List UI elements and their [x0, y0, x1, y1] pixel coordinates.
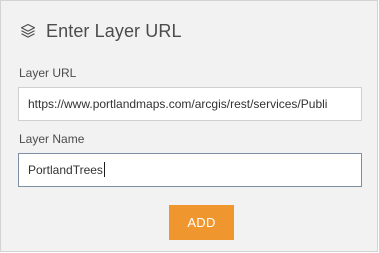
layer-url-label: Layer URL	[19, 66, 77, 80]
layer-name-label: Layer Name	[19, 132, 85, 146]
panel-title: Enter Layer URL	[46, 20, 182, 41]
enter-layer-url-panel: Enter Layer URL Layer URL https://www.po…	[0, 0, 378, 252]
add-button[interactable]: ADD	[169, 205, 234, 240]
layer-url-value: https://www.portlandmaps.com/arcgis/rest…	[28, 97, 328, 111]
layer-name-input[interactable]: PortlandTrees	[18, 153, 362, 187]
layer-url-input[interactable]: https://www.portlandmaps.com/arcgis/rest…	[18, 87, 362, 121]
layers-icon	[18, 21, 38, 41]
panel-header: Enter Layer URL	[18, 19, 182, 43]
text-cursor	[103, 162, 105, 178]
layer-name-value: PortlandTrees	[28, 163, 103, 177]
